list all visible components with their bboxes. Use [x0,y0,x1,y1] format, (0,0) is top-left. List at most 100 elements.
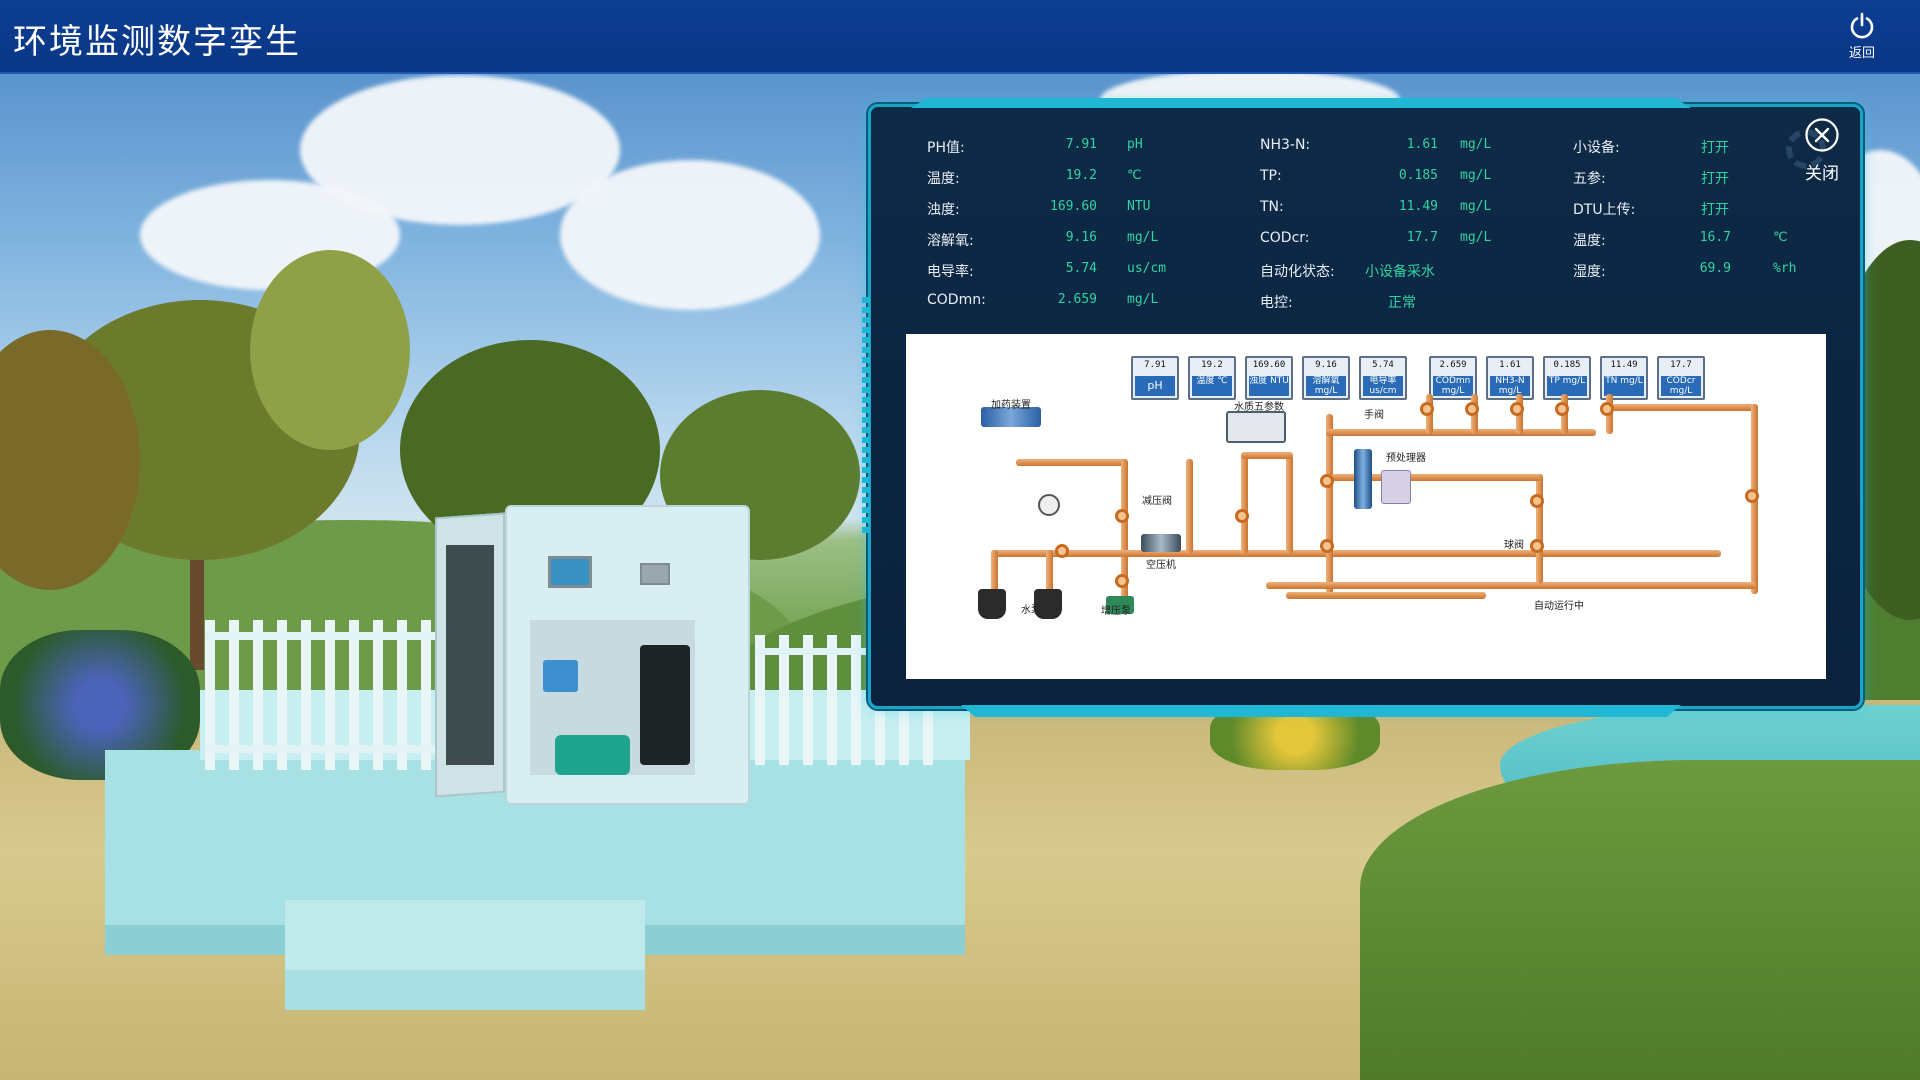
reading-value: 169.60 [1050,199,1097,214]
reading-dissolved-oxygen: 溶解氧: 9.16 mg/L [927,230,1187,252]
five-param-analyzer[interactable] [1226,411,1286,443]
sensor-value: 5.74 [1372,360,1394,370]
reading-room-temperature: 温度: 16.7 ℃ [1573,230,1813,252]
valve[interactable] [1115,509,1129,523]
reading-tp: TP: 0.185 mg/L [1260,168,1520,190]
reading-unit: mg/L [1460,137,1492,152]
pretreatment-filter[interactable] [1354,449,1372,509]
sensor-value: 0.185 [1553,360,1581,370]
reading-unit: %rh [1773,261,1797,276]
reading-humidity: 湿度: 69.9 %rh [1573,261,1813,283]
sensor-ph: 7.91 pH [1131,356,1179,400]
reagent-tank [543,660,578,692]
reading-turbidity: 浊度: 169.60 NTU [927,199,1187,221]
status-text: 自动运行中 [1534,601,1584,612]
label-water-pump: 水泵 [1021,605,1041,616]
valve[interactable] [1320,474,1334,488]
label-dosing: 加药装置 [991,400,1031,411]
pipe [1016,459,1126,466]
valve[interactable] [1055,544,1069,558]
valve[interactable] [1745,489,1759,503]
air-compressor[interactable] [1141,534,1181,552]
reading-label: 五参: [1573,171,1606,187]
process-flow-diagram: 7.91 pH 19.2 温度 ℃ 169.60 浊度 NTU 9.16 溶解氧… [906,334,1826,679]
reading-label: DTU上传: [1573,202,1636,218]
valve[interactable] [1555,402,1569,416]
reading-conductivity: 电导率: 5.74 us/cm [927,261,1187,283]
label-five-param: 水质五参数 [1234,402,1284,413]
valve[interactable] [1420,402,1434,416]
reading-five-param: 五参: 打开 [1573,168,1813,190]
pipe [991,550,1721,557]
reading-label: TN: [1260,199,1284,215]
reading-value: 1.61 [1406,137,1438,152]
reading-value: 0.185 [1398,168,1438,183]
water-pump-model [555,735,630,775]
reading-value: 9.16 [1065,230,1097,245]
reading-unit: mg/L [1127,230,1159,245]
reading-value: 69.9 [1699,261,1731,276]
reading-nh3n: NH3-N: 1.61 mg/L [1260,137,1520,159]
sensor-codmn: 2.659 CODmn mg/L [1429,356,1477,400]
reading-value: 小设备采水 [1365,264,1435,280]
sensor-name: pH [1135,376,1175,396]
sensor-name: CODmn mg/L [1433,376,1473,396]
fence-rail [205,745,435,753]
sensor-name: 浊度 NTU [1249,376,1289,396]
valve[interactable] [1115,574,1129,588]
reading-value: 7.91 [1065,137,1097,152]
sensor-value: 1.61 [1499,360,1521,370]
reading-value: 19.2 [1065,168,1097,183]
sensor-tp: 0.185 TP mg/L [1543,356,1591,400]
platform-step [285,900,645,1010]
label-pressure-relief: 减压阀 [1142,496,1172,507]
sensor-codcr: 17.7 CODcr mg/L [1657,356,1705,400]
valve[interactable] [1600,402,1614,416]
reading-label: 电导率: [927,264,974,280]
reading-unit: mg/L [1460,230,1492,245]
sensor-name: TN mg/L [1604,376,1644,396]
sensor-value: 9.16 [1315,360,1337,370]
pipe [1536,474,1543,584]
reading-label: 浊度: [927,202,960,218]
back-label: 返回 [1848,46,1875,61]
pipe [1241,452,1293,459]
back-button[interactable]: 返回 [1840,12,1884,68]
valve[interactable] [1530,539,1544,553]
label-air-compressor: 空压机 [1146,560,1176,571]
sensor-temperature: 19.2 温度 ℃ [1188,356,1236,400]
reading-label: 温度: [1573,233,1606,249]
pipe [1606,404,1756,411]
sensor-name: NH3-N mg/L [1490,376,1530,396]
power-icon [1850,12,1874,39]
cloud [560,160,820,310]
pipe [1286,592,1486,599]
reading-value: 2.659 [1057,292,1097,307]
sensor-name: 溶解氧 mg/L [1306,376,1346,396]
reading-unit: ℃ [1127,168,1142,183]
valve[interactable] [1530,494,1544,508]
label-hand-valve: 手阀 [1364,410,1384,421]
label-booster-pump: 增压泵 [1101,606,1131,617]
valve[interactable] [1235,509,1249,523]
reading-label: 湿度: [1573,264,1606,280]
panel-top-accent [911,98,1691,108]
pipe [1286,454,1293,554]
valve[interactable] [1465,402,1479,416]
reading-label: PH值: [927,140,965,156]
reading-value: 11.49 [1398,199,1438,214]
valve[interactable] [1510,402,1524,416]
label-ball-valve: 球阀 [1504,540,1524,551]
sensor-conductivity: 5.74 电导率 us/cm [1359,356,1407,400]
tree [250,250,410,450]
reading-tn: TN: 11.49 mg/L [1260,199,1520,221]
pretreatment-tank[interactable] [1381,470,1411,504]
reading-electric-control: 电控: 正常 [1260,292,1520,314]
sensor-name: TP mg/L [1547,376,1587,396]
water-pump-1[interactable] [978,589,1006,619]
reading-codmn: CODmn: 2.659 mg/L [927,292,1187,314]
panel-bottom-accent [961,705,1681,717]
reading-label: TP: [1260,168,1282,184]
valve[interactable] [1320,539,1334,553]
pressure-gauge [1038,494,1060,516]
